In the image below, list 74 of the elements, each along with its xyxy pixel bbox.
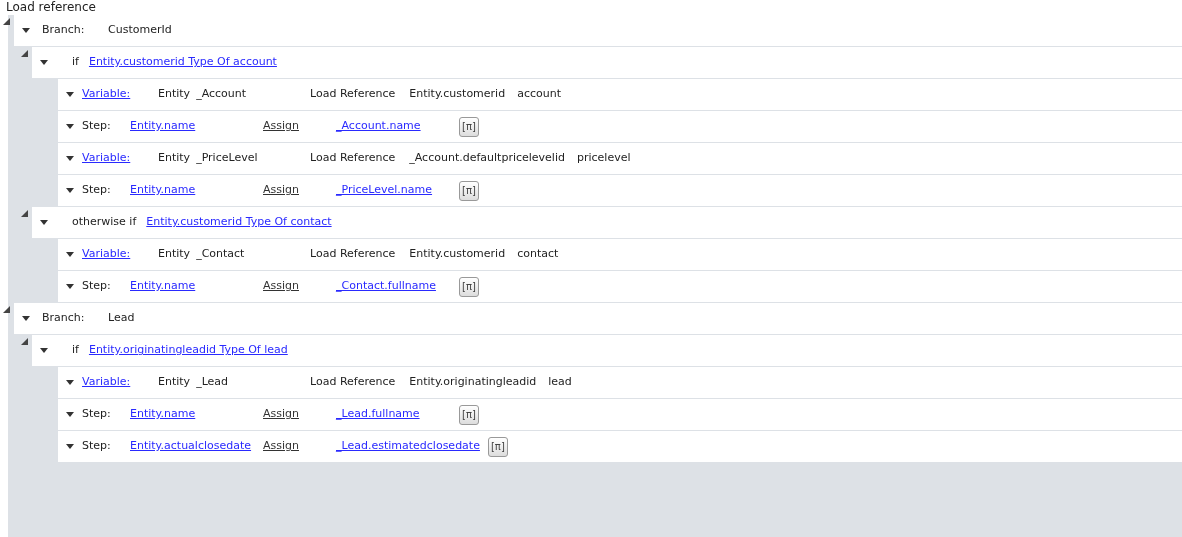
condition-keyword: otherwise if <box>72 214 137 231</box>
caret-icon[interactable] <box>66 188 74 193</box>
branch-name: Lead <box>108 310 135 327</box>
condition-keyword: if <box>72 54 79 71</box>
caret-icon[interactable] <box>66 156 74 161</box>
variable-link[interactable]: Variable: <box>82 246 150 263</box>
caret-icon[interactable] <box>40 220 48 225</box>
branch-label: Branch: <box>42 310 86 327</box>
formula-button[interactable]: [π] <box>459 180 479 201</box>
variable-type: Entity <box>158 374 191 391</box>
field-link[interactable]: Entity.name <box>130 182 255 199</box>
reference-target: pricelevel <box>576 150 631 167</box>
formula-button[interactable]: [π] <box>459 276 479 297</box>
reference-source: Entity.customerid <box>409 86 506 103</box>
caret-icon[interactable] <box>40 348 48 353</box>
caret-icon[interactable] <box>66 92 74 97</box>
value-link[interactable]: _Lead.estimatedclosedate <box>336 438 480 455</box>
condition-link[interactable]: Entity.customerid Type Of account <box>88 54 277 71</box>
condition-link[interactable]: Entity.customerid Type Of contact <box>146 214 332 231</box>
value-link[interactable]: _Lead.fullname <box>336 406 451 423</box>
caret-icon[interactable] <box>66 284 74 289</box>
step-label: Step: <box>82 438 112 455</box>
operation-label: Load Reference <box>310 86 396 103</box>
caret-icon[interactable] <box>22 316 30 321</box>
variable-name: _Account <box>196 86 247 103</box>
operation-label: Load Reference <box>310 150 396 167</box>
variable-link[interactable]: Variable: <box>82 374 150 391</box>
field-link[interactable]: Entity.name <box>130 118 255 135</box>
reference-source: _Account.defaultpricelevelid <box>409 150 565 167</box>
step-label: Step: <box>82 118 112 135</box>
caret-icon[interactable] <box>66 124 74 129</box>
caret-icon[interactable] <box>66 444 74 449</box>
step-label: Step: <box>82 406 112 423</box>
caret-icon[interactable] <box>66 380 74 385</box>
condition-link[interactable]: Entity.originatingleadid Type Of lead <box>88 342 288 359</box>
formula-button[interactable]: [π] <box>459 404 479 425</box>
reference-target: account <box>517 86 561 103</box>
variable-type: Entity <box>158 86 191 103</box>
branch-label: Branch: <box>42 22 86 39</box>
variable-name: _Lead <box>196 374 229 391</box>
caret-icon[interactable] <box>22 28 30 33</box>
branch-name: CustomerId <box>108 22 172 39</box>
variable-link[interactable]: Variable: <box>82 150 150 167</box>
condition-keyword: if <box>72 342 79 359</box>
reference-target: lead <box>548 374 572 391</box>
value-link[interactable]: _PriceLevel.name <box>336 182 451 199</box>
field-link[interactable]: Entity.name <box>130 278 255 295</box>
value-link[interactable]: _Contact.fullname <box>336 278 451 295</box>
operation-label: Load Reference <box>310 374 396 391</box>
caret-icon[interactable] <box>66 412 74 417</box>
variable-type: Entity <box>158 150 191 167</box>
variable-name: _PriceLevel <box>196 150 258 167</box>
operation-label: Load Reference <box>310 246 396 263</box>
assign-link[interactable]: Assign <box>263 438 328 455</box>
assign-link[interactable]: Assign <box>263 182 328 199</box>
variable-link[interactable]: Variable: <box>82 86 150 103</box>
reference-source: Entity.originatingleadid <box>409 374 537 391</box>
field-link[interactable]: Entity.actualclosedate <box>130 438 255 455</box>
assign-link[interactable]: Assign <box>263 118 328 135</box>
variable-type: Entity <box>158 246 191 263</box>
variable-name: _Contact <box>196 246 245 263</box>
reference-target: contact <box>517 246 559 263</box>
formula-button[interactable]: [π] <box>487 436 508 457</box>
window-title: Load reference <box>5 0 97 15</box>
assign-link[interactable]: Assign <box>263 278 328 295</box>
step-label: Step: <box>82 182 112 199</box>
assign-link[interactable]: Assign <box>263 406 328 423</box>
step-label: Step: <box>82 278 112 295</box>
reference-source: Entity.customerid <box>409 246 506 263</box>
value-link[interactable]: _Account.name <box>336 118 451 135</box>
caret-icon[interactable] <box>40 60 48 65</box>
formula-button[interactable]: [π] <box>459 116 479 137</box>
caret-icon[interactable] <box>66 252 74 257</box>
field-link[interactable]: Entity.name <box>130 406 255 423</box>
